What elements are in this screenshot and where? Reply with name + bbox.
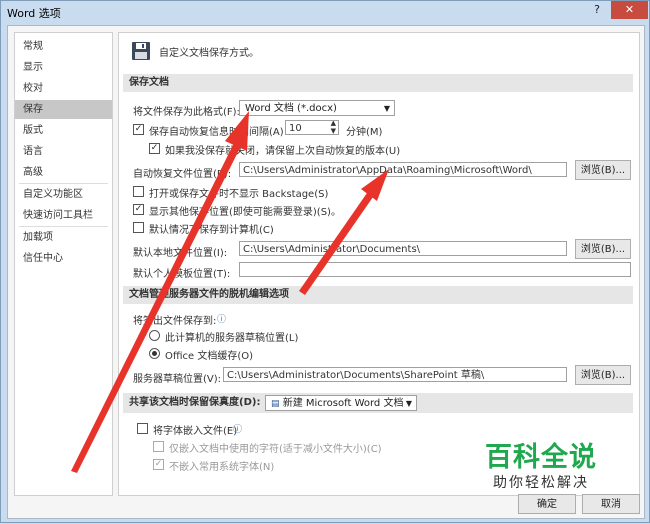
arrow-to-autorecover-interval-head <box>225 111 249 151</box>
arrow-to-autorecover-location <box>299 193 373 295</box>
watermark-slogan: 助你轻松解决 <box>493 475 589 491</box>
watermark-logo-text: 百科全说 <box>485 442 597 473</box>
arrow-to-autorecover-interval <box>71 143 241 473</box>
word-options-window: Word 选项 ? ✕ 常规 显示 校对 保存 版式 语言 高级 自定义功能区 … <box>0 0 650 523</box>
